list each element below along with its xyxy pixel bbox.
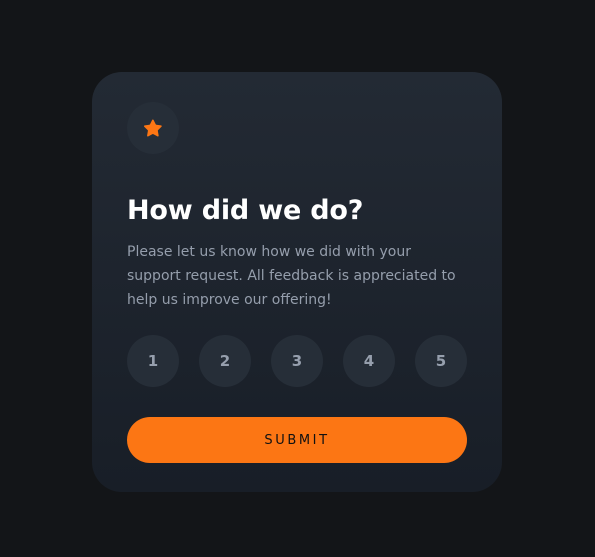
card-title: How did we do? — [127, 195, 364, 226]
star-icon — [144, 119, 162, 137]
rating-button-2[interactable]: 2 — [199, 335, 251, 387]
rating-button-1[interactable]: 1 — [127, 335, 179, 387]
rating-button-5[interactable]: 5 — [415, 335, 467, 387]
star-badge — [127, 102, 179, 154]
card-description: Please let us know how we did with your … — [127, 244, 456, 308]
submit-button[interactable]: SUBMIT — [127, 417, 467, 463]
rating-button-4[interactable]: 4 — [343, 335, 395, 387]
rating-options: 1 2 3 4 5 — [127, 335, 467, 387]
rating-card: How did we do? Please let us know how we… — [92, 72, 502, 492]
rating-button-3[interactable]: 3 — [271, 335, 323, 387]
